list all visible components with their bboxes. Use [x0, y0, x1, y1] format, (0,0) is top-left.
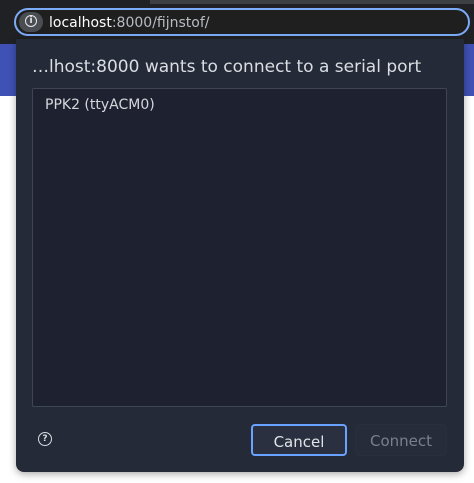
url-host: localhost — [49, 15, 112, 31]
address-bar[interactable]: i localhost:8000/fijnstof/ — [14, 8, 470, 36]
browser-toolbar: i localhost:8000/fijnstof/ — [0, 0, 474, 44]
cancel-button[interactable]: Cancel — [251, 424, 347, 456]
list-item[interactable]: PPK2 (ttyACM0) — [45, 96, 155, 114]
help-circle-icon[interactable]: ? — [38, 432, 52, 446]
url-text[interactable]: localhost:8000/fijnstof/ — [49, 14, 209, 32]
serial-port-dialog: …lhost:8000 wants to connect to a serial… — [16, 39, 464, 472]
info-icon: i — [25, 15, 37, 27]
device-list[interactable]: PPK2 (ttyACM0) — [32, 88, 447, 407]
dialog-title: …lhost:8000 wants to connect to a serial… — [32, 57, 422, 77]
site-info-button[interactable]: i — [19, 12, 43, 32]
tab-strip-edge — [150, 0, 474, 4]
url-path: :8000/fijnstof/ — [111, 15, 210, 31]
connect-button[interactable]: Connect — [355, 424, 447, 456]
